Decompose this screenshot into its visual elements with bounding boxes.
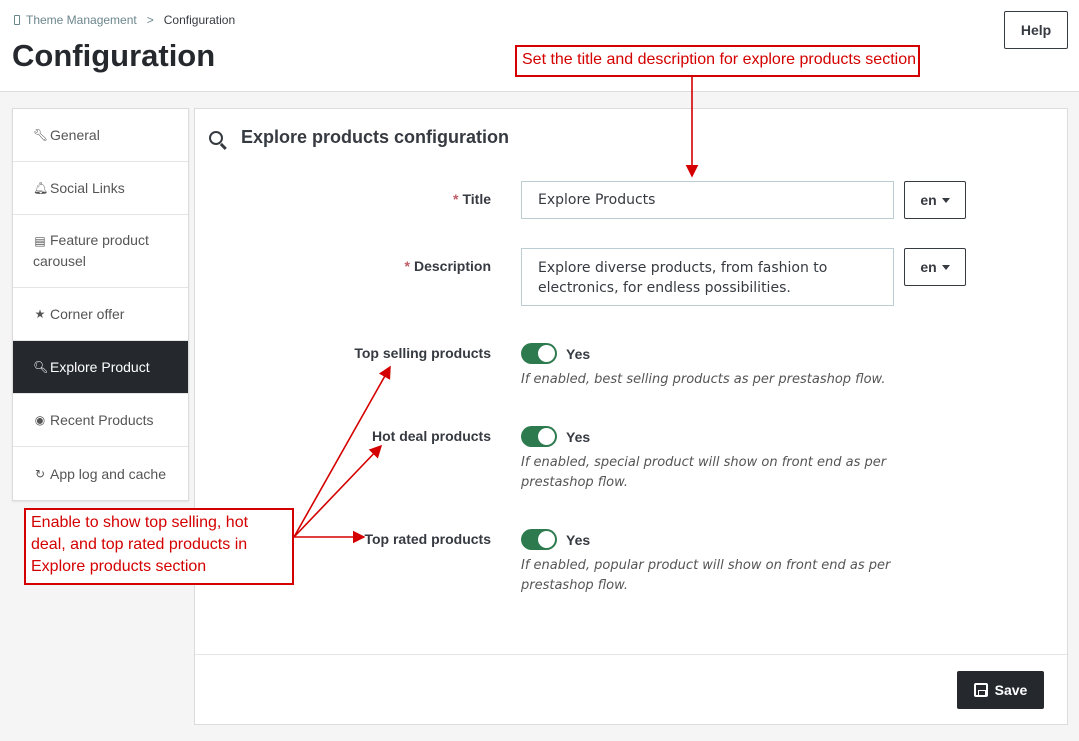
wrench-icon: 🔧︎: [33, 128, 49, 142]
language-code: en: [920, 259, 937, 275]
phone-icon: [14, 15, 20, 25]
title-label: * Title: [453, 191, 491, 207]
required-mark: *: [453, 191, 459, 207]
config-panel: Explore products configuration * Title Ex…: [194, 108, 1068, 725]
sidebar-item-label: Explore Product: [50, 359, 150, 375]
caret-down-icon: [941, 197, 950, 203]
hot-deal-help: If enabled, special product will show on…: [521, 455, 887, 490]
sidebar-item-recent-products[interactable]: ◉ Recent Products: [13, 394, 188, 447]
sidebar-item-label: Social Links: [50, 180, 125, 196]
save-label: Save: [994, 682, 1028, 698]
refresh-icon: ↻: [34, 466, 46, 481]
sidebar-item-general[interactable]: 🔧︎ General: [13, 109, 188, 162]
sidebar-item-social-links[interactable]: 🔔︎ Social Links: [13, 162, 188, 215]
sidebar-item-label: ▤ Feature product carousel: [33, 232, 149, 269]
bell-icon: 🔔︎: [33, 181, 49, 195]
sidebar: 🔧︎ General 🔔︎ Social Links ▤ Feature prod…: [12, 108, 189, 501]
switch-knob: [538, 345, 555, 362]
hot-deal-label: Hot deal products: [371, 428, 491, 444]
help-button[interactable]: Help: [1004, 11, 1068, 49]
top-selling-switch[interactable]: [521, 343, 557, 364]
star-icon: ★: [34, 307, 46, 321]
language-code: en: [920, 192, 937, 208]
breadcrumb-separator: >: [146, 13, 154, 27]
top-selling-state: Yes: [566, 346, 591, 362]
sidebar-item-label: App log and cache: [50, 465, 166, 482]
eye-icon: ◉: [34, 413, 46, 427]
floppy-disk-icon: [973, 683, 988, 697]
sidebar-item-app-log-and-cache[interactable]: ↻ App log and cache: [13, 447, 188, 500]
top-selling-help: If enabled, best selling products as per…: [521, 372, 886, 387]
sidebar-item-explore-product[interactable]: 🔍︎ Explore Product: [13, 341, 188, 394]
search-icon: [209, 130, 223, 145]
caret-down-icon: [941, 264, 950, 270]
sidebar-item-label: General: [50, 127, 100, 143]
panel-heading-text: Explore products configuration: [241, 127, 510, 147]
breadcrumb-parent[interactable]: Theme Management: [26, 13, 137, 27]
archive-icon: ▤: [34, 234, 46, 248]
annotation-title-description: Set the title and description for explor…: [515, 45, 920, 77]
page-title: Configuration: [12, 38, 216, 73]
top-selling-label: Top selling products: [354, 345, 491, 361]
top-rated-state: Yes: [566, 532, 591, 548]
hot-deal-switch[interactable]: [521, 426, 557, 447]
panel-heading: Explore products configuration: [209, 127, 509, 148]
switch-knob: [538, 428, 555, 445]
panel-footer: Save: [195, 654, 1067, 724]
save-button[interactable]: Save: [957, 671, 1044, 709]
search-icon: 🔍︎: [33, 360, 49, 374]
title-input[interactable]: Explore Products: [521, 181, 894, 219]
top-rated-label: Top rated products: [364, 531, 491, 547]
breadcrumb: Theme Management > Configuration: [14, 13, 235, 27]
breadcrumb-current: Configuration: [163, 13, 236, 27]
annotation-toggles: Enable to show top selling, hot deal, an…: [24, 508, 294, 585]
description-language-dropdown[interactable]: en: [904, 248, 966, 286]
top-rated-help: If enabled, popular product will show on…: [521, 558, 891, 593]
hot-deal-state: Yes: [566, 429, 591, 445]
description-textarea[interactable]: Explore diverse products, from fashion t…: [521, 248, 894, 306]
sidebar-item-feature-product-carousel[interactable]: ▤ Feature product carousel: [13, 215, 188, 288]
sidebar-item-label: Corner offer: [50, 306, 125, 322]
title-language-dropdown[interactable]: en: [904, 181, 966, 219]
sidebar-item-label: Recent Products: [50, 412, 154, 428]
description-label: * Description: [404, 258, 491, 274]
required-mark: *: [404, 258, 410, 274]
sidebar-item-corner-offer[interactable]: ★ Corner offer: [13, 288, 188, 341]
top-rated-switch[interactable]: [521, 529, 557, 550]
switch-knob: [538, 531, 555, 548]
